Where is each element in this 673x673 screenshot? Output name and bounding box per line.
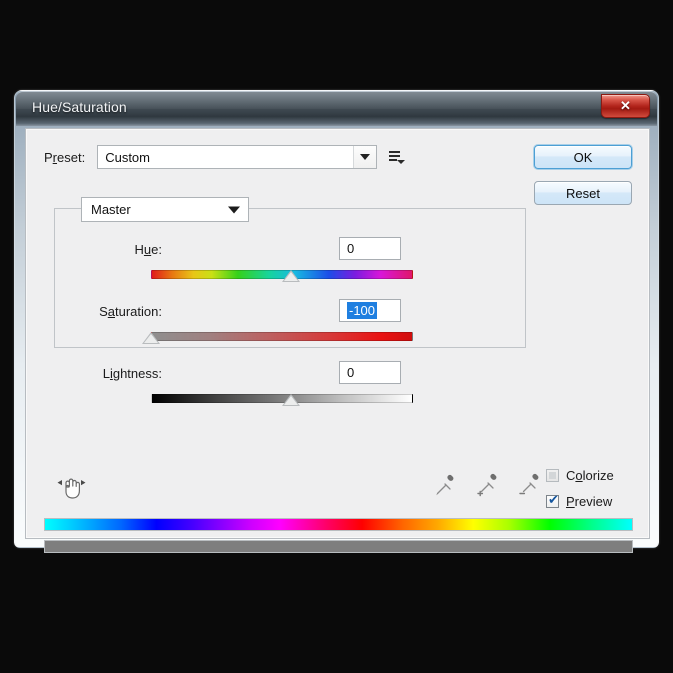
preset-menu-line [389, 159, 398, 161]
preview-label: Preview [566, 494, 613, 509]
dialog-client-area: Preset: Custom OK Reset Master Hue: 0 Sa… [25, 128, 650, 553]
preset-value: Custom [105, 149, 150, 165]
slider-thumb-fill [144, 334, 158, 343]
reset-button[interactable]: Reset [534, 181, 632, 205]
lightness-value: 0 [347, 365, 355, 380]
hue-input[interactable]: 0 [339, 237, 401, 260]
preset-menu-line [389, 155, 401, 157]
saturation-value: -100 [347, 302, 378, 319]
lightness-label: Lightness: [102, 366, 162, 381]
slider-thumb-fill [284, 396, 298, 405]
preset-menu-arrow [397, 160, 406, 164]
chevron-down-icon [360, 154, 371, 160]
saturation-input[interactable]: -100 [339, 299, 401, 322]
lightness-slider-thumb[interactable] [282, 394, 300, 406]
preset-options-icon[interactable] [389, 149, 406, 165]
saturation-label: Saturation: [99, 304, 162, 319]
preset-label: Preset: [44, 149, 86, 165]
channel-dropdown[interactable]: Master [81, 197, 249, 222]
source-hue-spectrum-bar[interactable] [44, 518, 633, 531]
preset-dropdown-arrow[interactable] [353, 146, 377, 168]
hand-scrub-icon[interactable] [56, 474, 88, 502]
window-title: Hue/Saturation [32, 99, 127, 115]
close-icon: ✕ [620, 98, 631, 113]
chevron-down-icon [228, 206, 240, 213]
result-color-bar[interactable] [44, 540, 633, 553]
hue-slider-thumb[interactable] [282, 270, 300, 282]
eyedropper-icon[interactable] [434, 473, 456, 497]
preset-row: Preset: Custom [44, 145, 406, 169]
lightness-input[interactable]: 0 [339, 361, 401, 384]
ok-button[interactable]: OK [534, 145, 632, 169]
preset-dropdown[interactable]: Custom [97, 145, 378, 169]
close-button[interactable]: ✕ [601, 94, 650, 118]
preview-checkbox-row[interactable]: ✔ Preview [546, 494, 612, 509]
title-bar[interactable]: Hue/Saturation ✕ [16, 92, 657, 126]
preview-checkbox[interactable]: ✔ [546, 493, 559, 508]
saturation-slider-track[interactable] [151, 332, 413, 341]
eyedropper-group [434, 473, 540, 497]
hue-value: 0 [347, 241, 355, 256]
colorize-label: Colorize [566, 468, 614, 483]
colorize-checkbox-row[interactable]: Colorize [546, 468, 614, 483]
hue-saturation-dialog: Hue/Saturation ✕ Preset: Custom OK Reset… [14, 90, 659, 553]
eyedropper-subtract-icon[interactable] [518, 473, 540, 497]
slider-thumb-fill [284, 272, 298, 281]
channel-value: Master [91, 202, 131, 217]
eyedropper-add-icon[interactable] [476, 473, 498, 497]
preset-menu-line [389, 151, 401, 153]
checkmark-icon: ✔ [548, 493, 559, 508]
hue-label: Hue: [134, 242, 162, 257]
saturation-slider-thumb[interactable] [142, 332, 160, 344]
colorize-checkbox[interactable] [546, 469, 559, 482]
